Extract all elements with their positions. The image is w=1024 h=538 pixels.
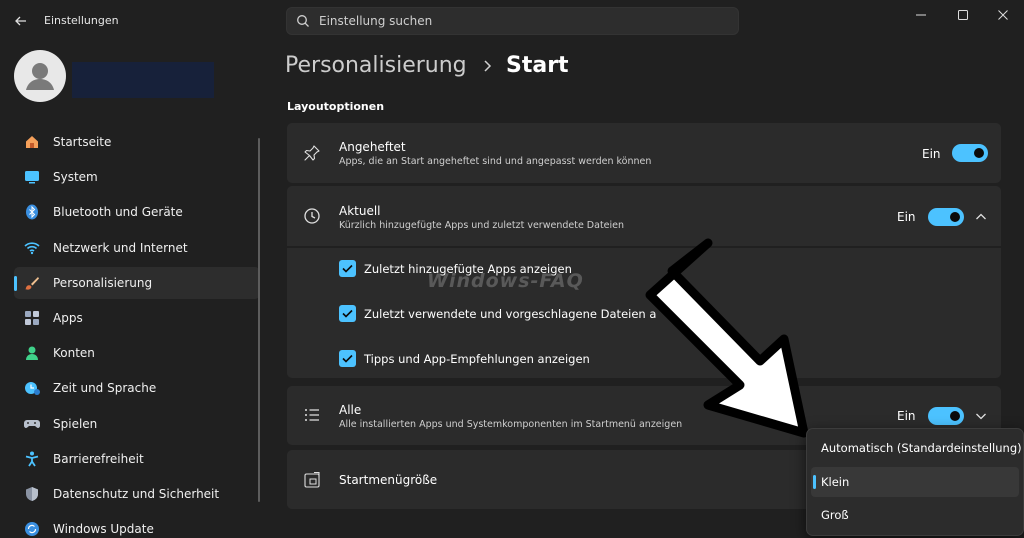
sidebar-item-system[interactable]: System	[14, 161, 260, 193]
shield-icon	[26, 486, 38, 501]
checkbox-checked[interactable]	[339, 260, 356, 277]
all-apps-toggle[interactable]	[928, 407, 964, 425]
checkmark-icon	[342, 309, 353, 318]
checkmark-icon	[342, 354, 353, 363]
sidebar-item-zeit-sprache[interactable]: Zeit und Sprache	[14, 372, 260, 404]
accessibility-icon	[25, 451, 39, 467]
list-icon	[305, 409, 319, 421]
pinned-card[interactable]: Angeheftet Apps, die an Start angeheftet…	[287, 123, 1001, 183]
clock-icon	[304, 208, 320, 224]
sidebar-item-label: Windows Update	[53, 522, 154, 537]
wifi-icon	[24, 241, 40, 254]
checkbox-checked[interactable]	[339, 350, 356, 367]
dropdown-option-small[interactable]: Klein	[811, 467, 1019, 497]
chevron-down-icon[interactable]	[974, 409, 988, 423]
sidebar-item-bluetooth[interactable]: Bluetooth und Geräte	[14, 196, 260, 228]
section-title: Layoutoptionen	[287, 100, 385, 113]
card-subtitle: Kürzlich hinzugefügte Apps und zuletzt v…	[339, 220, 625, 231]
selected-indicator	[813, 475, 816, 489]
toggle-state-label: Ein	[897, 210, 916, 224]
dropdown-option-label: Automatisch (Standardeinstellung)	[821, 441, 1022, 455]
start-size-dropdown: Automatisch (Standardeinstellung) Klein …	[806, 428, 1024, 536]
arrow-left-icon	[15, 16, 26, 26]
sidebar-nav: Startseite System Bluetooth und Geräte N…	[14, 126, 260, 538]
back-button[interactable]	[10, 10, 32, 32]
sidebar-item-label: Datenschutz und Sicherheit	[53, 486, 220, 501]
start-menu-size-icon	[304, 471, 320, 488]
search-box[interactable]	[286, 7, 739, 35]
card-title: Aktuell	[339, 204, 381, 218]
checkbox-checked[interactable]	[339, 305, 356, 322]
sidebar-item-label: Spielen	[53, 416, 98, 431]
maximize-button[interactable]	[946, 4, 980, 26]
app-title: Einstellungen	[44, 14, 119, 27]
card-title: Alle	[339, 403, 362, 417]
sidebar-item-windows-update[interactable]: Windows Update	[14, 513, 260, 538]
toggle-state-label: Ein	[922, 147, 941, 161]
sidebar-item-barrierefreiheit[interactable]: Barrierefreiheit	[14, 443, 260, 475]
sidebar-item-apps[interactable]: Apps	[14, 302, 260, 334]
update-icon	[25, 522, 39, 537]
user-name-redacted	[72, 62, 214, 98]
sidebar-item-label: Personalisierung	[53, 275, 153, 290]
minimize-icon	[916, 14, 926, 16]
user-avatar-icon	[26, 63, 54, 90]
monitor-icon	[25, 171, 39, 184]
sidebar-item-datenschutz[interactable]: Datenschutz und Sicherheit	[14, 478, 260, 510]
watermark-text: Windows-FAQ	[427, 270, 584, 292]
pin-icon	[304, 145, 320, 161]
sidebar-item-netzwerk[interactable]: Netzwerk und Internet	[14, 232, 260, 264]
bluetooth-icon	[26, 204, 38, 220]
avatar[interactable]	[14, 50, 66, 102]
sidebar-item-label: System	[53, 170, 98, 185]
sidebar-item-startseite[interactable]: Startseite	[14, 126, 260, 158]
dropdown-option-large[interactable]: Groß	[811, 500, 1019, 530]
sidebar-item-label: Barrierefreiheit	[53, 451, 144, 466]
page-title: Start	[506, 53, 569, 78]
minimize-button[interactable]	[904, 4, 938, 26]
close-icon	[998, 10, 1008, 20]
sidebar-item-spielen[interactable]: Spielen	[14, 408, 260, 440]
close-button[interactable]	[986, 4, 1020, 26]
sidebar-item-label: Startseite	[53, 135, 112, 149]
dropdown-option-automatic[interactable]: Automatisch (Standardeinstellung)	[811, 433, 1022, 463]
search-icon	[297, 15, 309, 27]
dropdown-option-label: Groß	[821, 508, 849, 522]
pointer-arrow-icon	[645, 238, 809, 438]
sidebar-item-label: Apps	[53, 310, 83, 325]
sidebar-item-konten[interactable]: Konten	[14, 337, 260, 369]
pointer-arrow-shape	[645, 238, 809, 438]
clock-globe-icon	[25, 382, 40, 396]
card-title: Startmenügröße	[339, 473, 438, 487]
chevron-up-icon[interactable]	[974, 210, 988, 224]
pinned-toggle[interactable]	[952, 144, 988, 162]
brush-icon	[25, 276, 39, 290]
toggle-state-label: Ein	[897, 409, 916, 423]
sidebar-item-label: Konten	[53, 346, 95, 361]
apps-icon	[25, 310, 39, 325]
card-subtitle: Apps, die an Start angeheftet sind und a…	[339, 156, 652, 167]
home-icon	[26, 136, 38, 148]
card-title: Angeheftet	[339, 140, 406, 154]
sidebar-scrollbar[interactable]	[258, 138, 260, 502]
search-input[interactable]	[319, 8, 719, 34]
title-bar: Einstellungen	[0, 0, 1024, 40]
dropdown-option-label: Klein	[821, 475, 850, 489]
maximize-icon	[958, 10, 968, 20]
chevron-right-icon	[484, 60, 492, 72]
sidebar-item-personalisierung[interactable]: Personalisierung	[14, 266, 260, 299]
active-indicator	[14, 275, 17, 291]
gamepad-icon	[24, 419, 40, 428]
sidebar-item-label: Netzwerk und Internet	[53, 240, 188, 255]
person-icon	[26, 346, 38, 361]
sidebar-item-label: Bluetooth und Geräte	[53, 205, 183, 220]
breadcrumb-parent[interactable]: Personalisierung	[285, 53, 467, 78]
checkmark-icon	[342, 264, 353, 273]
sidebar-item-label: Zeit und Sprache	[53, 381, 157, 396]
option-label: Tipps und App-Empfehlungen anzeigen	[364, 352, 590, 366]
recent-toggle[interactable]	[928, 208, 964, 226]
